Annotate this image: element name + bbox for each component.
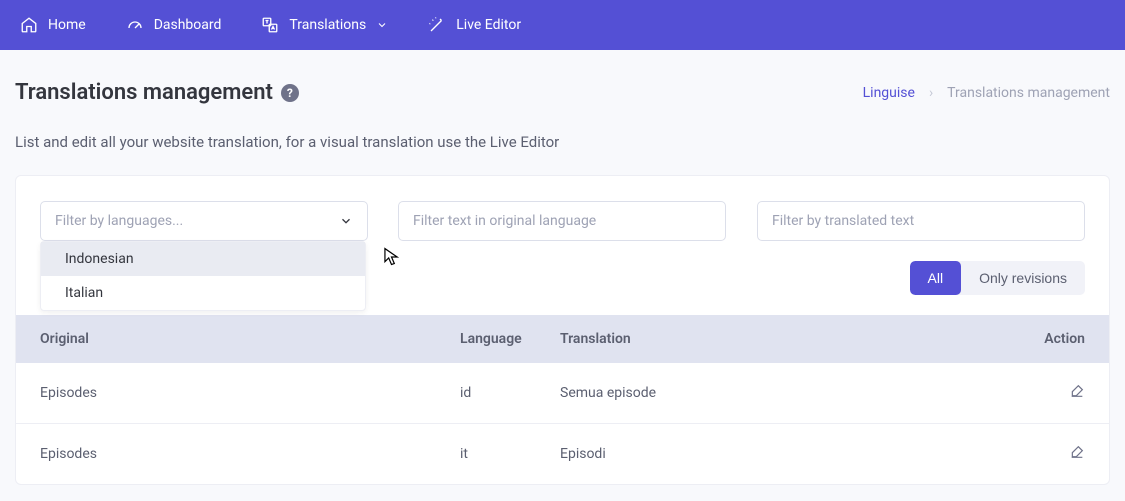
language-filter-placeholder: Filter by languages... bbox=[55, 213, 183, 229]
top-navbar: Home Dashboard Translations Live Editor bbox=[0, 0, 1125, 50]
nav-dashboard-label: Dashboard bbox=[154, 17, 222, 33]
help-icon[interactable]: ? bbox=[281, 84, 299, 102]
dropdown-option-indonesian[interactable]: Indonesian bbox=[41, 242, 365, 276]
cell-translation: Episodi bbox=[560, 446, 980, 462]
cell-action bbox=[1069, 444, 1085, 464]
page-title-text: Translations management bbox=[15, 80, 273, 105]
revision-toggle: All Only revisions bbox=[910, 261, 1085, 295]
edit-icon[interactable] bbox=[1069, 444, 1085, 460]
breadcrumb: Linguise › Translations management bbox=[863, 85, 1110, 101]
breadcrumb-link[interactable]: Linguise bbox=[863, 85, 915, 101]
nav-dashboard[interactable]: Dashboard bbox=[126, 16, 222, 34]
nav-translations[interactable]: Translations bbox=[261, 16, 388, 34]
translate-icon bbox=[261, 16, 279, 34]
toggle-only-revisions[interactable]: Only revisions bbox=[961, 261, 1085, 295]
original-text-placeholder: Filter text in original language bbox=[413, 213, 596, 229]
language-filter-select[interactable]: Filter by languages... bbox=[40, 201, 368, 241]
cell-original: Episodes bbox=[40, 385, 460, 401]
translated-text-filter[interactable]: Filter by translated text bbox=[757, 201, 1085, 241]
page-subtitle: List and edit all your website translati… bbox=[0, 115, 1125, 175]
nav-home[interactable]: Home bbox=[20, 16, 86, 34]
table-row: Episodes id Semua episode bbox=[16, 363, 1109, 424]
wand-icon bbox=[428, 16, 446, 34]
cell-language: it bbox=[460, 446, 560, 462]
nav-live-editor[interactable]: Live Editor bbox=[428, 16, 521, 34]
gauge-icon bbox=[126, 16, 144, 34]
breadcrumb-current: Translations management bbox=[947, 85, 1110, 101]
header-row: Translations management ? Linguise › Tra… bbox=[0, 50, 1125, 115]
breadcrumb-separator: › bbox=[929, 85, 933, 101]
page-title: Translations management ? bbox=[15, 80, 299, 105]
th-translation: Translation bbox=[560, 331, 980, 347]
nav-translations-label: Translations bbox=[289, 17, 366, 33]
cell-action bbox=[1069, 383, 1085, 403]
toggle-all[interactable]: All bbox=[910, 261, 962, 295]
filters-row: Filter by languages... Filter text in or… bbox=[16, 176, 1109, 241]
th-action: Action bbox=[1044, 331, 1085, 347]
content-card: Filter by languages... Filter text in or… bbox=[15, 175, 1110, 485]
nav-live-editor-label: Live Editor bbox=[456, 17, 521, 33]
cell-original: Episodes bbox=[40, 446, 460, 462]
edit-icon[interactable] bbox=[1069, 383, 1085, 399]
cell-translation: Semua episode bbox=[560, 385, 980, 401]
table-header: Original Language Translation Action bbox=[16, 315, 1109, 363]
cell-language: id bbox=[460, 385, 560, 401]
nav-home-label: Home bbox=[48, 17, 86, 33]
home-icon bbox=[20, 16, 38, 34]
original-text-filter[interactable]: Filter text in original language bbox=[398, 201, 726, 241]
th-language: Language bbox=[460, 331, 560, 347]
table-row: Episodes it Episodi bbox=[16, 424, 1109, 484]
translated-text-placeholder: Filter by translated text bbox=[772, 213, 914, 229]
dropdown-option-italian[interactable]: Italian bbox=[41, 276, 365, 310]
language-dropdown: Indonesian Italian bbox=[40, 241, 366, 311]
chevron-down-icon bbox=[376, 19, 388, 31]
th-original: Original bbox=[40, 331, 460, 347]
chevron-down-icon bbox=[339, 214, 353, 228]
